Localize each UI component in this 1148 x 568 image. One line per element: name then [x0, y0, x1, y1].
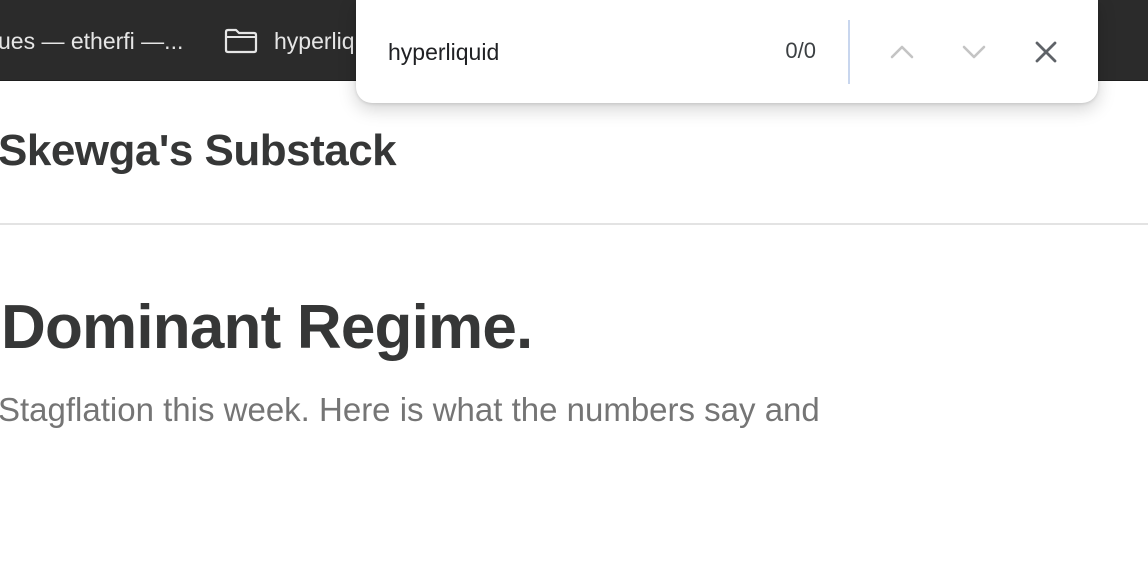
chevron-down-icon — [962, 45, 986, 59]
chevron-up-icon — [890, 45, 914, 59]
find-match-count: 0/0 — [785, 38, 816, 63]
find-in-page-bar: 0/0 — [356, 0, 1098, 103]
post-title: Dominant Regime. — [1, 293, 533, 362]
bookmark-label: ues — etherfi —... — [0, 27, 184, 54]
find-close-button[interactable] — [1024, 30, 1068, 74]
find-previous-button[interactable] — [880, 30, 924, 74]
close-icon — [1035, 41, 1057, 63]
bookmark-etherfi[interactable]: ues — etherfi —... — [0, 23, 183, 59]
post-subtitle: Stagflation this week. Here is what the … — [0, 391, 820, 428]
find-input[interactable] — [388, 33, 748, 71]
find-separator — [848, 20, 850, 84]
publication-title[interactable]: Skewga's Substack — [0, 126, 397, 176]
folder-icon — [224, 28, 258, 54]
find-next-button[interactable] — [952, 30, 996, 74]
